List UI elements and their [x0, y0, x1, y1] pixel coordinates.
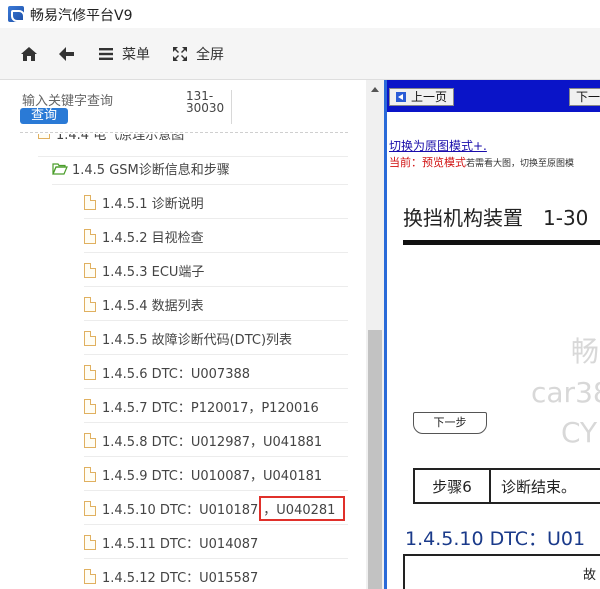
arrow-left-icon [396, 92, 406, 102]
tree-item-label: 1.4.5.7 DTC：P120017，P120016 [102, 400, 319, 416]
document-icon [84, 568, 96, 584]
tree-view: 1.4.4 电气原理示意图 1.4.5 GSM诊断信息和步骤 1.4.5.1 诊… [0, 134, 366, 589]
app-logo-icon [8, 6, 25, 22]
tree-item[interactable]: 1.4.5.5 故障诊断代码(DTC)列表 [84, 322, 348, 355]
step-text: 诊断结束。 [501, 477, 577, 496]
tree-item-label: 1.4.5.6 DTC：U007388 [102, 366, 251, 382]
document-icon [84, 432, 96, 448]
tree-folder-label: 1.4.5 GSM诊断信息和步骤 [72, 162, 230, 178]
back-button[interactable] [58, 42, 76, 66]
search-input[interactable]: 输入关键字查询 [22, 90, 113, 109]
document-icon [84, 228, 96, 244]
app-title: 畅易汽修平台V9 [30, 8, 133, 24]
toolbar: 菜单 全屏 [0, 28, 600, 80]
tree-item-label: 1.4.5.8 DTC：U012987，U041881 [102, 434, 323, 450]
home-button[interactable] [20, 42, 38, 66]
highlight-box: ，U040281 [259, 495, 346, 521]
tree-item-selected[interactable]: 1.4.5.10 DTC：U010187 ，U040281 [84, 492, 348, 525]
code-line-2: 30030 [186, 101, 225, 115]
menu-button[interactable]: 菜单 [98, 42, 150, 66]
tree-item[interactable]: 1.4.5.3 ECU端子 [84, 254, 348, 287]
left-panel: 输入关键字查询 查询 131- 30030 1.4.4 电气原理示意图 1.4.… [0, 80, 384, 589]
mode-status: 当前：预览模式若需看大图，切换至原图模 [389, 154, 574, 170]
scroll-up-arrow-icon[interactable] [371, 87, 379, 92]
tree-item[interactable]: 1.4.5.6 DTC：U007388 [84, 356, 348, 389]
document-icon [84, 398, 96, 414]
tree-item[interactable]: 1.4.5.12 DTC：U015587 [84, 560, 348, 589]
document-title: 换挡机构装置 1-30 [403, 202, 588, 231]
scrollbar[interactable] [366, 80, 384, 589]
query-button[interactable]: 查询 [20, 108, 68, 124]
document-icon [84, 262, 96, 278]
tree-item[interactable]: 1.4.5.2 目视检查 [84, 220, 348, 253]
title-rule [403, 240, 600, 245]
tree-item[interactable]: 1.4.5.7 DTC：P120017，P120016 [84, 390, 348, 423]
document-icon [84, 534, 96, 550]
title-bar: 畅易汽修平台V9 [0, 0, 600, 28]
tree-item-label: 1.4.5.4 数据列表 [102, 298, 204, 314]
tree-item-label: 1.4.5.1 诊断说明 [102, 196, 204, 212]
tree-item[interactable]: 1.4.5.9 DTC：U010087，U040181 [84, 458, 348, 491]
document-icon [84, 296, 96, 312]
tree-item[interactable]: 1.4.5.1 诊断说明 [84, 186, 348, 219]
document-icon [84, 194, 96, 210]
prev-page-label: 上一页 [411, 90, 448, 104]
dtc-table: 故 [403, 554, 600, 589]
next-step-box: 下一步 [413, 412, 487, 434]
watermark: car38 [531, 376, 600, 409]
tree-item-label: 1.4.5.5 故障诊断代码(DTC)列表 [102, 332, 293, 348]
divider [231, 90, 232, 124]
tree-item-label: 1.4.5.2 目视检查 [102, 230, 204, 246]
page-nav-bar: 上一页 下一 [387, 80, 600, 112]
next-page-button[interactable]: 下一 [569, 88, 600, 106]
arrow-left-icon [59, 47, 74, 61]
document-page-number: 1-30 [543, 206, 589, 230]
tree-folder-gsm[interactable]: 1.4.5 GSM诊断信息和步骤 [52, 152, 348, 185]
document-viewer: 上一页 下一 切换为原图模式+. 当前：预览模式若需看大图，切换至原图模 换挡机… [384, 80, 600, 589]
menu-icon [99, 48, 113, 60]
menu-label: 菜单 [122, 47, 150, 63]
tree-item-label: 1.4.5.3 ECU端子 [102, 264, 205, 280]
document-icon [84, 364, 96, 380]
tree-item-label: 1.4.5.11 DTC：U014087 [102, 536, 259, 552]
folder-open-icon [52, 162, 68, 175]
code-display: 131- 30030 [186, 90, 224, 114]
mode-status-label: 当前：预览模式 [389, 156, 466, 169]
fullscreen-button[interactable]: 全屏 [172, 42, 224, 66]
tree-item[interactable]: 1.4.5.11 DTC：U014087 [84, 526, 348, 559]
scroll-thumb[interactable] [368, 330, 382, 589]
tree-item-label: 1.4.5.12 DTC：U015587 [102, 570, 259, 586]
step-label: 步骤6 [415, 470, 491, 502]
next-page-label: 下一 [576, 90, 600, 104]
step-table: 步骤6 诊断结束。 [413, 468, 600, 504]
document-icon [84, 500, 96, 516]
tree-item-label: 1.4.4 电气原理示意图 [56, 134, 185, 143]
document-icon [84, 466, 96, 482]
section-heading: 1.4.5.10 DTC：U01 [405, 528, 586, 550]
tree-item[interactable]: 1.4.5.8 DTC：U012987，U041881 [84, 424, 348, 457]
document-icon [84, 330, 96, 346]
prev-page-button[interactable]: 上一页 [389, 88, 455, 106]
mode-hint: 若需看大图，切换至原图模 [466, 159, 575, 169]
document-title-text: 换挡机构装置 [403, 206, 523, 230]
document-icon [38, 134, 50, 139]
watermark: 畅 [571, 335, 600, 368]
tree-item-label: 1.4.5.9 DTC：U010087，U040181 [102, 468, 323, 484]
switch-mode-link[interactable]: 切换为原图模式+. [389, 137, 487, 154]
watermark: CY [561, 416, 598, 449]
tree-item-label: 1.4.5.10 DTC：U010187 [102, 502, 259, 518]
fullscreen-label: 全屏 [196, 47, 224, 63]
fullscreen-icon [173, 47, 187, 61]
home-icon [21, 47, 37, 61]
tree-item[interactable]: 1.4.5.4 数据列表 [84, 288, 348, 321]
divider [20, 132, 348, 133]
table-header-text: 故 [583, 568, 597, 583]
